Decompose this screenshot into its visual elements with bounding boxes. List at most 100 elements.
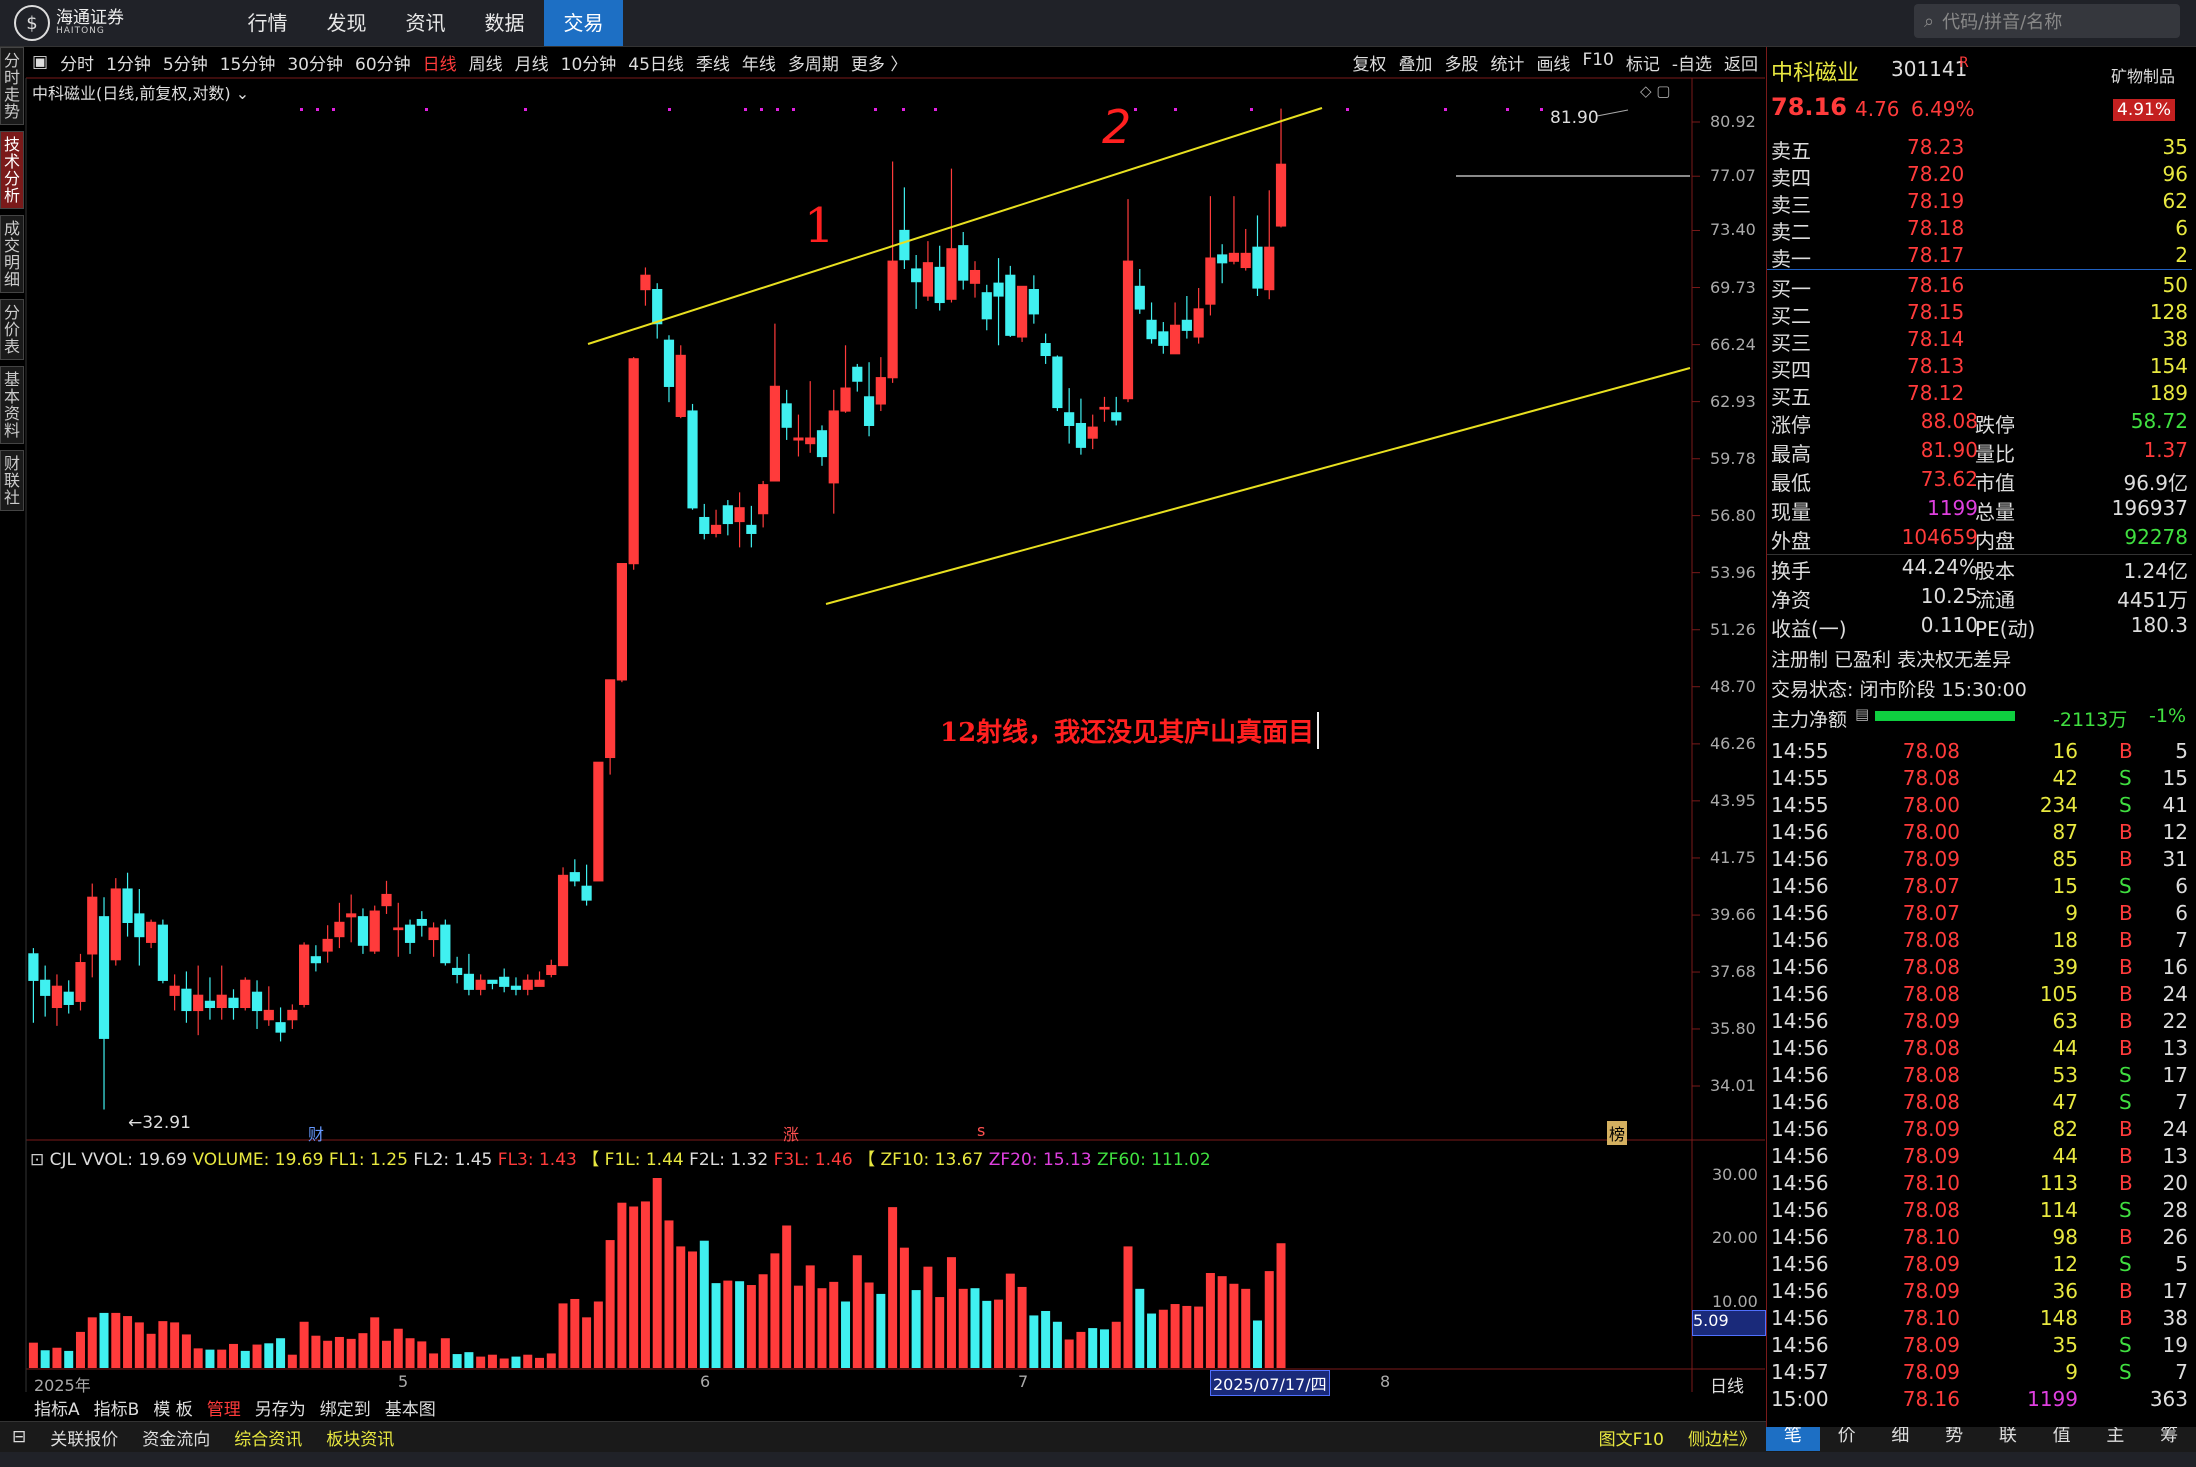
side-tab-fenshi[interactable]: 分时走势 <box>0 47 24 125</box>
tick-row[interactable]: 14:56 78.08 18 B 7 <box>1767 928 2192 955</box>
status-tab-news[interactable]: 综合资讯 <box>234 1425 302 1450</box>
tick-row[interactable]: 14:56 78.10 113 B 20 <box>1767 1171 2192 1198</box>
period-60min[interactable]: 60分钟 <box>355 50 411 75</box>
tab-bind-to[interactable]: 绑定到 <box>320 1395 371 1420</box>
nav-faxian[interactable]: 发现 <box>307 0 386 46</box>
sector-name[interactable]: 矿物制品 <box>2111 63 2175 87</box>
period-5min[interactable]: 5分钟 <box>163 50 208 75</box>
tick-row[interactable]: 14:56 78.09 44 B 13 <box>1767 1144 2192 1171</box>
annotation-text[interactable]: 12射线，我还没见其庐山真面目 <box>940 712 1320 749</box>
nav-hangqing[interactable]: 行情 <box>228 0 307 46</box>
stat-row[interactable]: 最高 81.90 量比 1.37 <box>1767 438 2192 466</box>
tab-template[interactable]: 模 板 <box>153 1395 192 1420</box>
tick-row[interactable]: 14:56 78.09 82 B 24 <box>1767 1117 2192 1144</box>
tick-row[interactable]: 14:55 78.00 234 S 41 <box>1767 793 2192 820</box>
tick-row[interactable]: 14:56 78.09 12 S 5 <box>1767 1252 2192 1279</box>
volume-toggle-icon[interactable]: ⊡ <box>30 1150 44 1170</box>
tab-indicator-a[interactable]: 指标A <box>34 1395 80 1420</box>
tool-tongji[interactable]: 统计 <box>1490 50 1524 75</box>
bid-row[interactable]: 买五 78.12 189 <box>1767 381 2192 409</box>
chart-title-dropdown-icon[interactable]: ⌄ <box>236 84 249 103</box>
tick-row[interactable]: 14:57 78.09 9 S 7 <box>1767 1360 2192 1387</box>
tool-huaxian[interactable]: 画线 <box>1536 50 1570 75</box>
bid-row[interactable]: 买一 78.16 50 <box>1767 273 2192 301</box>
tick-row[interactable]: 14:56 78.08 47 S 7 <box>1767 1090 2192 1117</box>
event-mark-cai[interactable]: 财 <box>308 1121 324 1145</box>
period-multi[interactable]: 多周期 <box>788 50 839 75</box>
side-tab-fenjia[interactable]: 分价表 <box>0 299 24 360</box>
bid-row[interactable]: 买二 78.15 128 <box>1767 300 2192 328</box>
stat-row[interactable]: 净资 10.25 流通 4451万 <box>1767 584 2192 612</box>
tab-indicator-b[interactable]: 指标B <box>94 1395 140 1420</box>
side-tab-cailian[interactable]: 财联社 <box>0 450 24 511</box>
stat-row[interactable]: 外盘 104659 内盘 92278 <box>1767 525 2192 553</box>
stat-row[interactable]: 涨停 88.08 跌停 58.72 <box>1767 409 2192 437</box>
main-flow-icon[interactable]: ▤ <box>1855 705 1869 723</box>
search-input[interactable]: 代码/拼音/名称 <box>1942 8 2062 34</box>
tick-row[interactable]: 14:56 78.08 39 B 16 <box>1767 955 2192 982</box>
status-tab-fund-flow[interactable]: 资金流向 <box>142 1425 210 1450</box>
stat-row[interactable]: 换手 44.24% 股本 1.24亿 <box>1767 555 2192 583</box>
period-45day[interactable]: 45日线 <box>628 50 684 75</box>
tick-row[interactable]: 14:55 78.08 16 B 5 <box>1767 739 2192 766</box>
period-year[interactable]: 年线 <box>742 50 776 75</box>
tool-zixuan[interactable]: -自选 <box>1672 50 1712 75</box>
ask-row[interactable]: 卖五 78.23 35 <box>1767 135 2192 163</box>
search-box[interactable]: ⌕ 代码/拼音/名称 <box>1914 4 2180 38</box>
period-quarter[interactable]: 季线 <box>696 50 730 75</box>
bid-row[interactable]: 买三 78.14 38 <box>1767 327 2192 355</box>
tool-diejia[interactable]: 叠加 <box>1398 50 1432 75</box>
nav-jiaoyi[interactable]: 交易 <box>544 0 623 46</box>
bid-row[interactable]: 买四 78.13 154 <box>1767 354 2192 382</box>
tool-fuquan[interactable]: 复权 <box>1352 50 1386 75</box>
status-tab-quote[interactable]: 关联报价 <box>50 1425 118 1450</box>
tool-biaoji[interactable]: 标记 <box>1626 50 1660 75</box>
tick-row[interactable]: 14:56 78.09 85 B 31 <box>1767 847 2192 874</box>
tick-row[interactable]: 14:56 78.07 9 B 6 <box>1767 901 2192 928</box>
side-tab-jiben[interactable]: 基本资料 <box>0 366 24 444</box>
side-tab-jishu[interactable]: 技术分析 <box>0 131 24 209</box>
period-30min[interactable]: 30分钟 <box>287 50 343 75</box>
tick-row[interactable]: 14:56 78.10 148 B 38 <box>1767 1306 2192 1333</box>
status-tab-sector-news[interactable]: 板块资讯 <box>326 1425 394 1450</box>
tool-f10[interactable]: F10 <box>1582 50 1613 75</box>
ask-row[interactable]: 卖四 78.20 96 <box>1767 162 2192 190</box>
period-daily[interactable]: 日线 <box>423 50 457 75</box>
period-15min[interactable]: 15分钟 <box>220 50 276 75</box>
tool-duogu[interactable]: 多股 <box>1444 50 1478 75</box>
nav-zixun[interactable]: 资讯 <box>386 0 465 46</box>
period-monthly[interactable]: 月线 <box>515 50 549 75</box>
side-tab-chengjiao[interactable]: 成交明细 <box>0 215 24 293</box>
stat-row[interactable]: 现量 1199 总量 196937 <box>1767 496 2192 524</box>
tick-row[interactable]: 14:56 78.08 44 B 13 <box>1767 1036 2192 1063</box>
event-mark-s[interactable]: s <box>977 1121 985 1140</box>
status-sidebar-toggle[interactable]: 侧边栏》 <box>1688 1425 1756 1450</box>
tick-row[interactable]: 14:56 78.09 63 B 22 <box>1767 1009 2192 1036</box>
period-more[interactable]: 更多 〉 <box>851 50 907 75</box>
event-mark-bang[interactable]: 榜 <box>1607 1121 1628 1145</box>
period-1min[interactable]: 1分钟 <box>106 50 151 75</box>
ask-row[interactable]: 卖三 78.19 62 <box>1767 189 2192 217</box>
tab-save-as[interactable]: 另存为 <box>255 1395 306 1420</box>
period-fenshi[interactable]: 分时 <box>60 50 94 75</box>
ask-row[interactable]: 卖一 78.17 2 <box>1767 243 2192 271</box>
tick-row[interactable]: 14:56 78.07 15 S 6 <box>1767 874 2192 901</box>
tab-manage[interactable]: 管理 <box>207 1395 241 1420</box>
tick-row[interactable]: 14:56 78.08 105 B 24 <box>1767 982 2192 1009</box>
period-10min[interactable]: 10分钟 <box>561 50 617 75</box>
chart-top-icons[interactable]: ◇ ▢ <box>1640 82 1670 100</box>
tick-row[interactable]: 14:56 78.08 114 S 28 <box>1767 1198 2192 1225</box>
tab-basic-chart[interactable]: 基本图 <box>385 1395 436 1420</box>
tick-row[interactable]: 14:56 78.10 98 B 26 <box>1767 1225 2192 1252</box>
tick-row[interactable]: 14:56 78.09 35 S 19 <box>1767 1333 2192 1360</box>
event-mark-zhang[interactable]: 涨 <box>783 1121 799 1145</box>
status-f10-link[interactable]: 图文F10 <box>1599 1425 1664 1450</box>
tick-row[interactable]: 15:00 78.16 1199 363 <box>1767 1387 2192 1414</box>
stat-row[interactable]: 收益(一) 0.110 PE(动) 180.3 <box>1767 613 2192 641</box>
tick-row[interactable]: 14:56 78.00 87 B 12 <box>1767 820 2192 847</box>
status-toggle-icon[interactable]: ⊟ <box>12 1427 26 1447</box>
layout-toggle-icon[interactable]: ▣ <box>32 52 48 72</box>
tick-row[interactable]: 14:56 78.09 36 B 17 <box>1767 1279 2192 1306</box>
stat-row[interactable]: 最低 73.62 市值 96.9亿 <box>1767 467 2192 495</box>
ask-row[interactable]: 卖二 78.18 6 <box>1767 216 2192 244</box>
